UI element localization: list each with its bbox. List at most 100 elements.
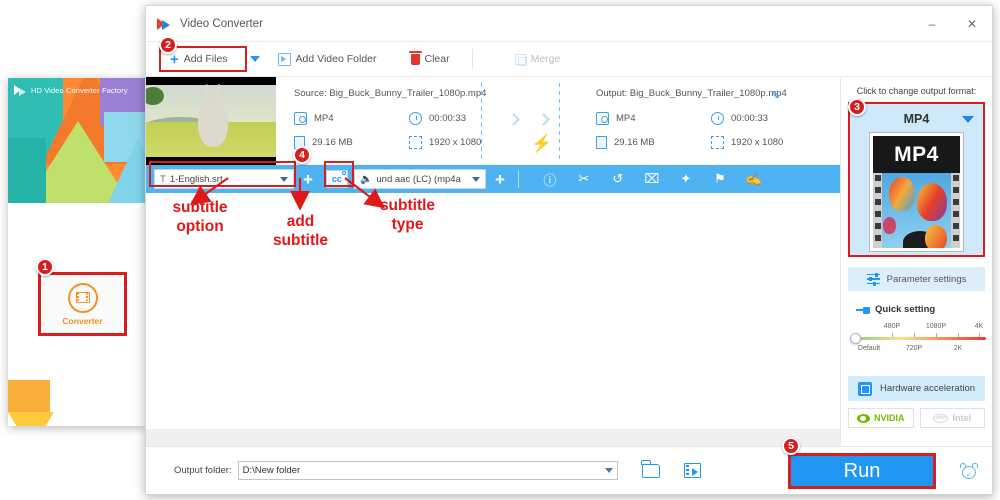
crop-icon[interactable]: ⌧ [635,166,669,192]
alarm-clock-icon[interactable]: ✓ [960,463,978,480]
hardware-acceleration-label: Hardware acceleration [879,383,976,394]
open-media-folder-icon[interactable] [683,463,701,478]
output-format-sidebar: Click to change output format: MP4 MP4 P… [840,78,992,457]
sidebar-heading: Click to change output format: [856,86,977,96]
intel-icon: intel [933,413,949,423]
rename-pencil-icon[interactable]: ✎ [771,89,780,102]
subtitle-track-value: 1-English.srt [169,173,223,185]
lightning-icon: ⚡ [531,134,553,153]
converter-module-card[interactable]: Converter [38,272,127,336]
format-icon [596,112,609,125]
plus-icon: + [170,50,179,68]
cut-icon[interactable]: ✂ [567,166,601,192]
watermark-icon[interactable]: ⚑ [703,166,737,192]
video-folder-icon [277,52,291,66]
output-filename: Output: Big_Buck_Bunny_Trailer_1080p.mp4 [596,88,787,99]
subtitle-type-button[interactable]: cc [325,170,348,188]
clear-label: Clear [424,53,450,65]
slider-knob[interactable] [850,333,861,344]
hardware-acceleration-button[interactable]: Hardware acceleration [848,376,985,401]
converter-label: Converter [62,315,103,326]
panel-logo: HD Video Converter Factory [14,84,128,97]
sliders-icon [866,272,880,286]
resolution-slider[interactable]: 480P 1080P 4K Default 720P 2K [848,323,986,363]
slider-top-labels: 480P 1080P 4K [848,323,985,333]
add-audio-button[interactable]: + [486,171,514,188]
slider-bottom-labels: Default 720P 2K [848,345,985,355]
subtitle-edit-icon[interactable]: ✍ [737,166,771,192]
subtitle-T-icon: T [160,173,166,185]
output-info: Output: Big_Buck_Bunny_Trailer_1080p.mp4… [596,88,856,149]
intel-label: Intel [952,413,971,423]
parameter-settings-button[interactable]: Parameter settings [848,267,985,291]
rotate-icon[interactable]: ↺ [601,166,635,192]
audio-track-select[interactable]: 🔈 und aac (LC) (mp4a [353,169,486,189]
cc-icon: cc [331,174,342,184]
source-size: 29.16 MB [294,136,409,149]
panel-hero-graphic: HD Video Converter Factory [8,78,145,203]
window-title: Video Converter [180,17,263,30]
chevron-down-icon[interactable] [962,115,974,123]
conversion-arrows: ⚡ [481,83,591,159]
bottom-bar: Output folder: D:\New folder Run ✓ [146,446,992,494]
chevron-down-icon [280,176,288,182]
output-folder-label: Output folder: [174,465,232,476]
resolution-icon [409,136,422,149]
source-format: MP4 [294,112,409,125]
close-button[interactable]: ✕ [952,7,992,41]
output-folder-input[interactable]: D:\New folder [237,461,618,480]
browse-folder-icon[interactable] [640,459,660,478]
nvidia-toggle[interactable]: NVIDIA [848,408,914,428]
intel-toggle[interactable]: intel Intel [919,408,985,428]
video-converter-window: Video Converter – ✕ + Add Files Add Vide… [145,5,993,495]
clock-icon [409,112,422,125]
output-folder-value: D:\New folder [242,465,301,476]
subtitle-track-select[interactable]: T 1-English.srt [154,169,294,189]
chevron-down-icon [471,176,480,182]
format-header: MP4 [855,109,978,129]
add-files-button[interactable]: + Add Files [162,48,236,70]
info-icon[interactable]: ⓘ [533,166,567,192]
title-bar: Video Converter – ✕ [146,6,992,42]
chevron-down-icon[interactable] [604,468,613,473]
file-icon [294,136,305,149]
hd-video-converter-factory-panel: HD Video Converter Factory Converter [8,78,145,426]
merge-icon [514,53,527,66]
file-icon [596,136,607,149]
edit-tool-icons: ⓘ ✂ ↺ ⌧ ✦ ⚑ ✍ [533,166,771,192]
output-format: MP4 [596,112,711,125]
slider-track[interactable] [858,337,986,340]
audio-track-value: und aac (LC) (mp4a [376,173,461,185]
add-video-folder-button[interactable]: Add Video Folder [270,48,385,70]
quick-setting-header: Quick setting [848,304,985,315]
window-controls: – ✕ [912,7,992,41]
add-video-folder-label: Add Video Folder [295,53,377,65]
add-subtitle-button[interactable]: + [294,171,322,188]
logo-glyph-icon [14,84,27,97]
chevron-down-icon[interactable] [249,56,260,62]
slider-label-2k: 2K [953,345,963,352]
nvidia-icon [856,413,870,423]
format-name: MP4 [903,112,930,126]
app-logo-icon [157,16,172,31]
format-thumbnail: MP4 [870,133,963,251]
run-button[interactable]: Run [788,453,936,489]
parameter-settings-label: Parameter settings [886,273,967,285]
output-size: 29.16 MB [596,136,711,149]
minimize-button[interactable]: – [912,7,952,41]
effects-icon[interactable]: ✦ [669,166,703,192]
speaker-icon: 🔈 [359,173,373,185]
converter-film-icon [67,282,98,313]
clear-button[interactable]: Clear [403,48,458,70]
slider-label-4k: 4K [974,323,984,330]
main-toolbar: + Add Files Add Video Folder Clear Merge [146,42,992,77]
toolbar-divider [471,49,473,69]
merge-button[interactable]: Merge [507,48,569,70]
output-format-card[interactable]: MP4 MP4 [848,102,985,257]
slider-label-480p: 480P [883,323,901,330]
subbar-divider [517,170,519,188]
nvidia-label: NVIDIA [873,413,905,423]
merge-label: Merge [530,53,561,65]
gear-icon [341,171,346,175]
format-icon [294,112,307,125]
